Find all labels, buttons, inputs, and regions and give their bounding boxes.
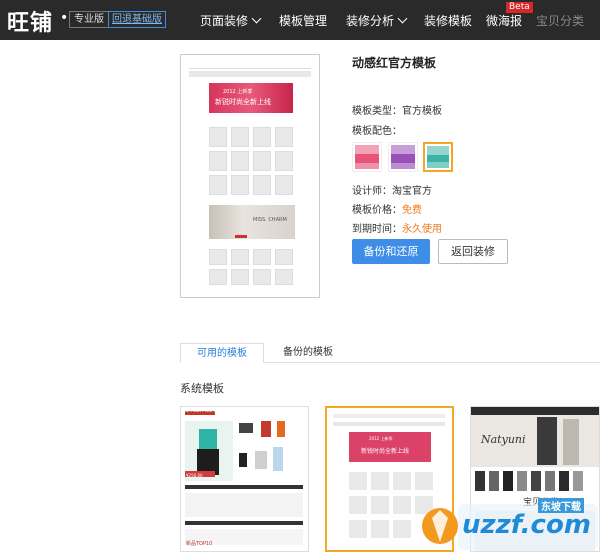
expiry-label: 到期时间： — [352, 224, 402, 235]
preview-product — [253, 175, 271, 195]
preview-product — [253, 151, 271, 171]
preview-header — [189, 63, 311, 69]
expiry-row: 到期时间：永久使用 — [352, 220, 442, 235]
chevron-down-icon — [397, 13, 408, 24]
thumb2-banner-line1: 2012 上新季 — [369, 436, 393, 441]
thumb1-price: ¥256.00 — [186, 473, 203, 478]
template-title: 动感红官方模板 — [352, 56, 437, 70]
nav-label: 装修分析 — [346, 14, 395, 28]
preview-product — [231, 269, 249, 285]
nav-item-categories[interactable]: 宝贝分类 — [536, 12, 584, 29]
tab-available-templates[interactable]: 可用的模板 — [180, 343, 264, 363]
template-thumb-1-image — [181, 407, 308, 551]
site-logo[interactable]: 旺铺 — [7, 5, 53, 37]
top-navbar: 旺铺 • 专业版 回退基础版 页面装修 模板管理 装修分析 装修模板 微海报 B… — [0, 0, 600, 40]
thumb2-banner-line2: 新锐时尚全新上线 — [361, 448, 410, 455]
preview-product — [231, 175, 249, 195]
preview-product — [275, 127, 293, 147]
chevron-down-icon — [251, 13, 262, 24]
preview-product — [231, 249, 249, 265]
nav-page-decoration[interactable]: 页面装修 — [200, 12, 262, 29]
nav-decoration-templates[interactable]: 装修模板 — [424, 12, 472, 29]
thumb1-header: SMILEFACE 微笑 — [185, 408, 224, 414]
beta-badge: Beta — [506, 2, 533, 13]
preview-product — [231, 151, 249, 171]
preview-product — [209, 249, 227, 265]
type-label: 模板类型： — [352, 106, 402, 117]
preview-banner: 2012 上新季 新锐时尚全新上线 — [209, 83, 293, 113]
swatch-fill — [355, 145, 379, 169]
type-value: 官方模板 — [402, 106, 442, 117]
color-swatch-red[interactable] — [352, 142, 382, 172]
preview-product — [209, 175, 227, 195]
thumb3-brand: Natyuni — [481, 433, 526, 446]
nav-label: 微海报 — [486, 14, 523, 28]
designer-label: 设计师： — [352, 186, 392, 197]
preview-nav — [189, 71, 311, 77]
logo-dot: • — [60, 10, 69, 26]
nav-label: 宝贝分类 — [536, 14, 585, 28]
color-label: 模板配色： — [352, 126, 402, 137]
watermark-brand: uzzf.com — [462, 510, 591, 540]
watermark-logo: 东坡下载 uzzf.com — [418, 496, 600, 552]
price-value: 免费 — [402, 205, 422, 216]
preview-fashion-banner: MISS. CHARM — [209, 205, 295, 239]
nav-micro-poster[interactable]: 微海报 — [486, 12, 522, 29]
preview-product — [275, 249, 293, 265]
preview-fashion-text: MISS. CHARM — [253, 217, 287, 223]
backup-restore-button[interactable]: 备份和还原 — [352, 239, 430, 264]
preview-product-grid-2 — [209, 249, 293, 285]
nav-label: 页面装修 — [200, 14, 249, 28]
designer-value: 淘宝官方 — [392, 186, 432, 197]
template-thumb-1[interactable]: SMILEFACE 微笑 ¥256.00 新品TOP10 — [180, 406, 309, 552]
color-swatch-purple[interactable] — [388, 142, 418, 172]
tab-backup-templates[interactable]: 备份的模板 — [270, 343, 346, 363]
preview-product — [253, 269, 271, 285]
preview-fashion-accent — [235, 235, 247, 238]
swatch-fill — [391, 145, 415, 169]
nav-decoration-analysis[interactable]: 装修分析 — [346, 12, 408, 29]
preview-product — [275, 175, 293, 195]
preview-product — [253, 127, 271, 147]
preview-product — [209, 151, 227, 171]
preview-banner-line2: 新锐时尚全新上线 — [215, 98, 271, 106]
return-decoration-button[interactable]: 返回装修 — [438, 239, 508, 264]
nav-label: 模板管理 — [279, 14, 328, 28]
price-label: 模板价格： — [352, 205, 402, 216]
system-templates-heading: 系统模板 — [180, 382, 224, 395]
preview-product-grid — [209, 127, 293, 195]
preview-product — [275, 269, 293, 285]
preview-product — [275, 151, 293, 171]
preview-product — [209, 127, 227, 147]
color-swatch-teal[interactable] — [423, 142, 453, 172]
preview-product — [231, 127, 249, 147]
nav-label: 装修模板 — [424, 14, 473, 28]
preview-banner-line1: 2012 上新季 — [223, 89, 253, 95]
nav-template-management[interactable]: 模板管理 — [279, 12, 327, 29]
edition-badge: 专业版 — [69, 11, 109, 28]
return-basic-link[interactable]: 回退基础版 — [108, 11, 166, 28]
price-row: 模板价格：免费 — [352, 201, 422, 216]
preview-product — [209, 269, 227, 285]
preview-product — [253, 249, 271, 265]
thumb1-footer: 新品TOP10 — [186, 541, 213, 547]
designer-row: 设计师：淘宝官方 — [352, 182, 432, 197]
template-type-row: 模板类型：官方模板 — [352, 102, 442, 117]
swatch-fill — [427, 146, 449, 168]
template-preview: 2012 上新季 新锐时尚全新上线 MISS. CHARM — [180, 54, 320, 298]
expiry-value: 永久使用 — [402, 224, 442, 235]
